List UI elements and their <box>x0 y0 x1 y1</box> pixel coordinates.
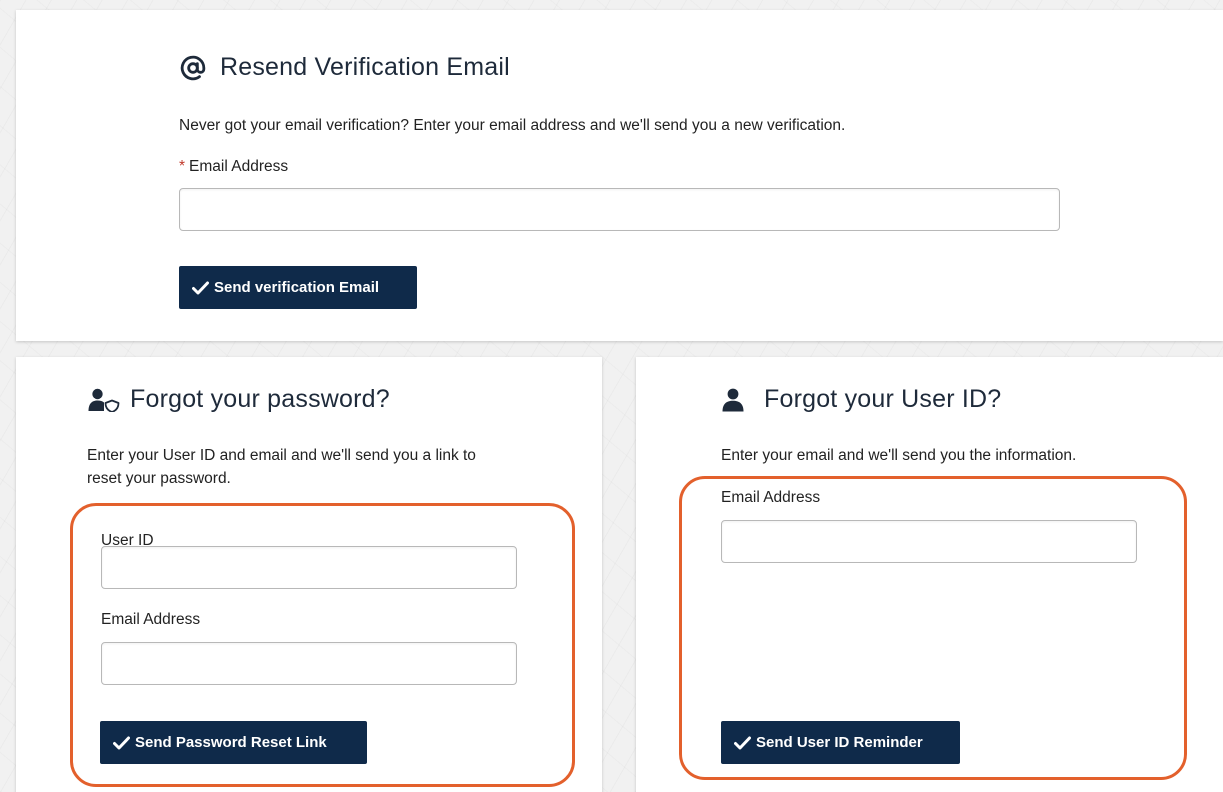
verification-email-input[interactable] <box>179 188 1060 231</box>
at-sign-icon <box>180 55 206 81</box>
send-password-reset-link-button[interactable]: Send Password Reset Link <box>100 721 367 764</box>
userid-email-label: Email Address <box>721 489 821 506</box>
verification-title: Resend Verification Email <box>220 53 510 81</box>
forgot-password-title: Forgot your password? <box>130 385 390 413</box>
send-verification-email-button[interactable]: Send verification Email <box>179 266 417 309</box>
forgot-password-card: Forgot your password? Enter your User ID… <box>16 357 602 792</box>
send-verification-email-label: Send verification Email <box>214 279 380 296</box>
forgot-password-description: Enter your User ID and email and we'll s… <box>87 447 476 487</box>
verification-heading: Resend Verification Email <box>180 53 510 82</box>
forgot-userid-description: Enter your email and we'll send you the … <box>721 447 1077 464</box>
user-shield-icon <box>88 388 120 412</box>
user-icon <box>722 388 744 412</box>
required-marker: * <box>179 158 186 175</box>
resend-verification-card: Resend Verification Email Never got your… <box>16 10 1223 341</box>
checkmark-icon <box>192 281 209 295</box>
send-password-reset-link-label: Send Password Reset Link <box>135 734 327 751</box>
forgot-userid-heading: Forgot your User ID? <box>722 385 1001 414</box>
password-email-input[interactable] <box>101 642 517 685</box>
send-user-id-reminder-button[interactable]: Send User ID Reminder <box>721 721 960 764</box>
userid-email-input[interactable] <box>721 520 1137 563</box>
forgot-password-heading: Forgot your password? <box>88 385 390 414</box>
checkmark-icon <box>113 736 130 750</box>
send-user-id-reminder-label: Send User ID Reminder <box>756 734 923 751</box>
forgot-userid-card: Forgot your User ID? Enter your email an… <box>636 357 1223 792</box>
verification-description: Never got your email verification? Enter… <box>179 117 846 134</box>
verification-email-label: * Email Address <box>179 158 289 175</box>
checkmark-icon <box>734 736 751 750</box>
user-id-input[interactable] <box>101 546 517 589</box>
forgot-userid-title: Forgot your User ID? <box>764 385 1002 413</box>
password-email-label: Email Address <box>101 611 201 628</box>
